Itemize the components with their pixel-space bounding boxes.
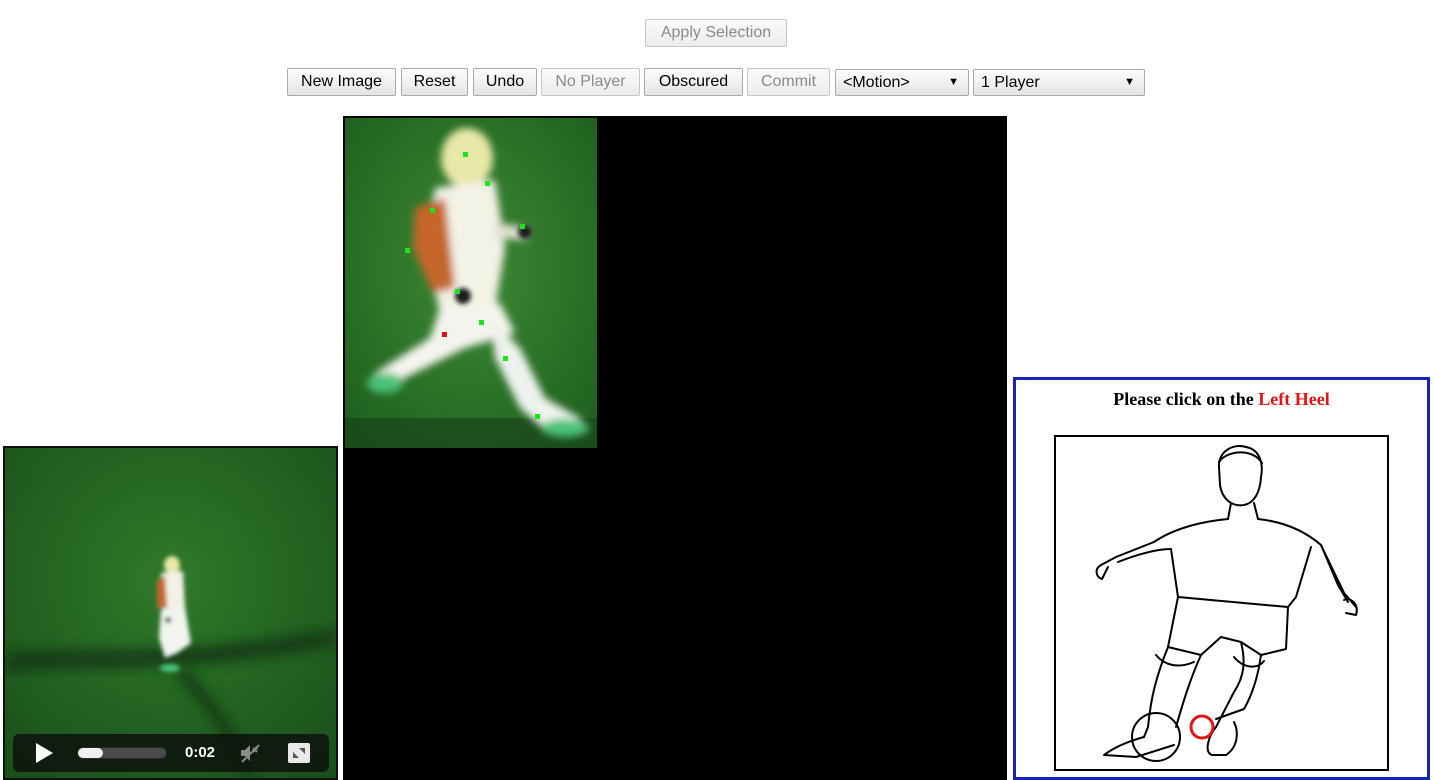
instruction-prefix: Please click on the: [1113, 389, 1254, 409]
player-crop-image[interactable]: [345, 118, 597, 448]
video-controls-bar: 0:02: [13, 734, 329, 772]
apply-selection-button[interactable]: Apply Selection: [645, 19, 787, 47]
video-player[interactable]: 0:02: [3, 446, 338, 780]
instruction-text: Please click on the Left Heel: [1016, 389, 1427, 410]
obscured-button[interactable]: Obscured: [644, 68, 743, 96]
dropdown-caret-icon: ▼: [948, 76, 959, 88]
reset-button[interactable]: Reset: [401, 68, 468, 96]
motion-select[interactable]: <Motion> ▼: [835, 69, 969, 96]
annotation-canvas[interactable]: [343, 116, 1007, 780]
player-count-select[interactable]: 1 Player ▼: [973, 69, 1145, 96]
play-icon[interactable]: [33, 742, 55, 764]
player-count-select-value: 1 Player: [981, 73, 1040, 91]
no-player-button[interactable]: No Player: [541, 68, 640, 96]
seek-slider-progress: [78, 748, 103, 758]
seek-slider[interactable]: [77, 747, 167, 759]
video-time: 0:02: [185, 744, 216, 761]
dropdown-caret-icon: ▼: [1124, 76, 1135, 88]
soccer-player-illustration: [1095, 445, 1358, 762]
mute-icon[interactable]: [239, 742, 261, 764]
target-marker-circle: [1189, 714, 1215, 740]
commit-button[interactable]: Commit: [747, 68, 830, 96]
instruction-panel: Please click on the Left Heel: [1013, 377, 1430, 780]
undo-button[interactable]: Undo: [473, 68, 537, 96]
motion-select-value: <Motion>: [843, 73, 910, 91]
new-image-button[interactable]: New Image: [287, 68, 396, 96]
target-body-part: Left Heel: [1258, 389, 1330, 409]
video-frame: [5, 448, 336, 778]
fullscreen-icon[interactable]: [287, 742, 311, 764]
body-part-diagram: [1054, 435, 1389, 771]
